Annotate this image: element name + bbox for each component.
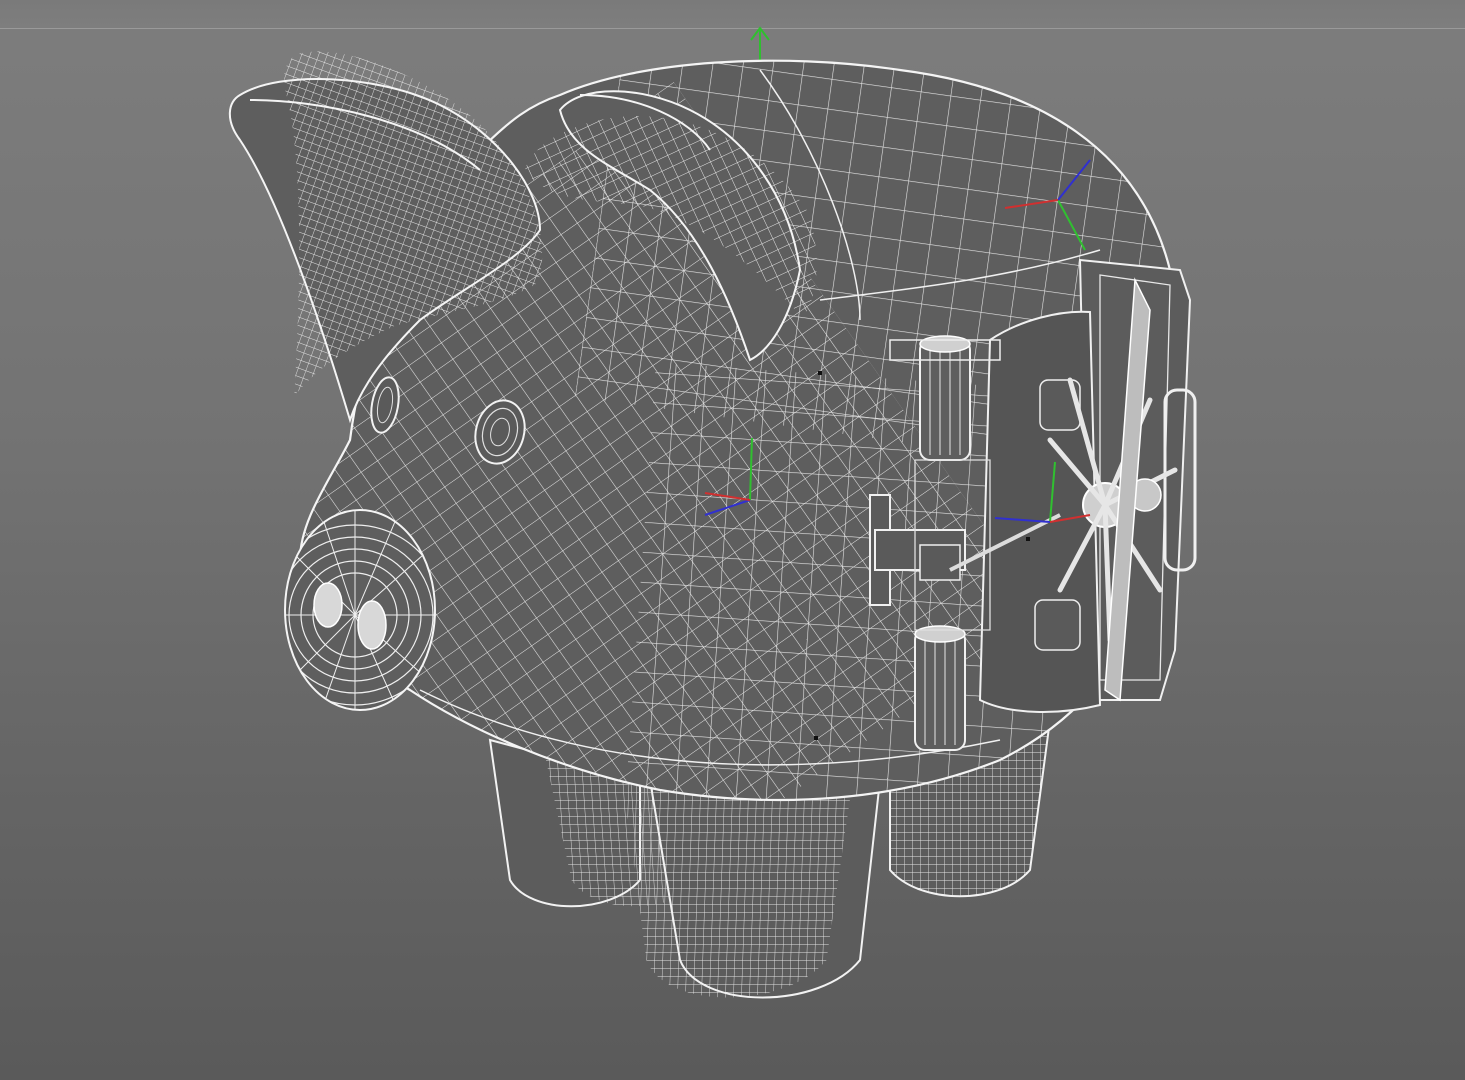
3d-viewport[interactable] xyxy=(0,0,1465,1080)
vault-door[interactable] xyxy=(978,258,1197,713)
pig-leg-front-right[interactable] xyxy=(605,770,882,1010)
viewport-scene[interactable] xyxy=(0,0,1465,1080)
